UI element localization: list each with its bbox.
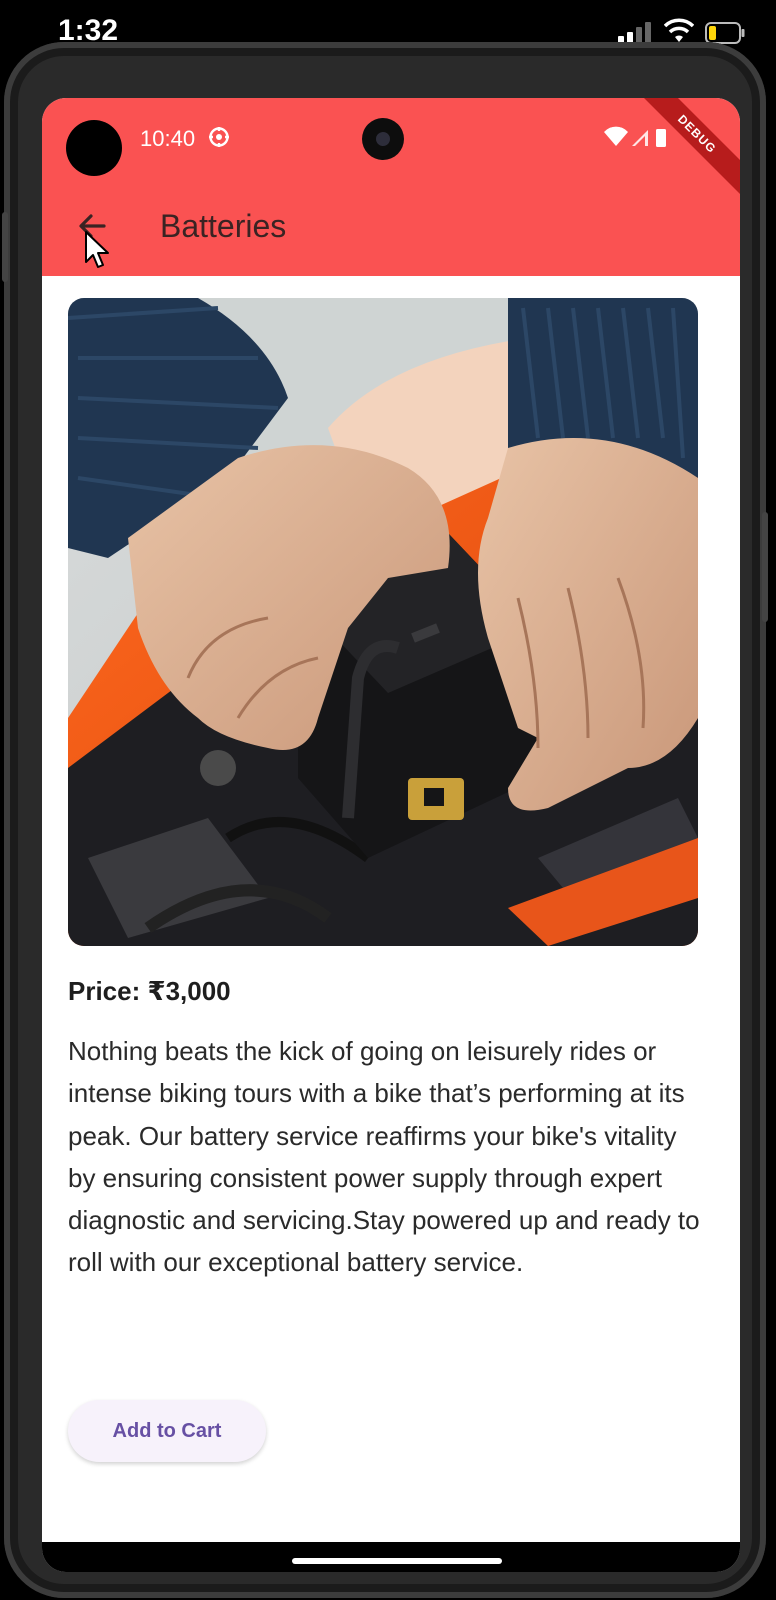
display-cutout [66, 120, 122, 176]
debug-banner: DEBUG [628, 98, 740, 203]
page-title: Batteries [160, 208, 287, 244]
phone-frame: 10:40 DEBUG Batteries Price: ₹3,000 Noth… [2, 42, 768, 1598]
product-description: Nothing beats the kick of going on leisu… [68, 1036, 700, 1278]
sync-icon [209, 127, 229, 147]
android-status-time: 10:40 [140, 126, 196, 151]
home-indicator[interactable] [292, 1558, 502, 1564]
app-screen: 10:40 DEBUG Batteries Price: ₹3,000 Noth… [42, 98, 740, 1572]
app-bar: 10:40 DEBUG Batteries [42, 98, 740, 276]
mouse-cursor-icon [85, 231, 109, 268]
product-image [68, 298, 698, 946]
wifi-icon [604, 126, 628, 146]
front-camera [362, 118, 404, 160]
navigation-bar [42, 1542, 740, 1572]
battery-icon [656, 129, 666, 147]
volume-button [2, 212, 8, 282]
cellular-signal-icon [618, 22, 654, 44]
wifi-icon [664, 18, 694, 42]
power-button [762, 512, 768, 622]
product-price: Price: ₹3,000 [68, 976, 231, 1006]
add-to-cart-button[interactable]: Add to Cart [68, 1400, 266, 1462]
battery-icon [705, 22, 745, 44]
battery-service-photo [68, 298, 698, 946]
